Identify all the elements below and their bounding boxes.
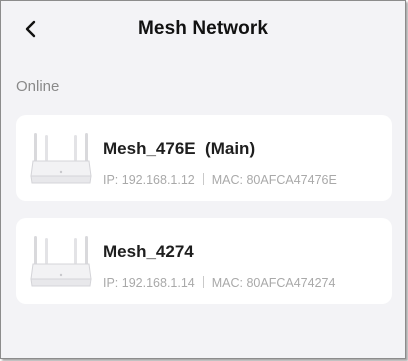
device-ip: IP: 192.168.1.14 xyxy=(103,276,195,290)
section-label-online: Online xyxy=(16,78,60,95)
device-ip: IP: 192.168.1.12 xyxy=(103,173,195,187)
header-bar: Mesh Network xyxy=(1,1,405,59)
device-mac: MAC: 80AFCA474274 xyxy=(211,276,336,290)
device-card[interactable]: Mesh_4274 IP: 192.168.1.14 MAC: 80AFCA474… xyxy=(16,218,392,304)
mesh-router-icon xyxy=(30,133,92,184)
device-card[interactable]: Mesh_476E (Main) IP: 192.168.1.12 MAC: 80… xyxy=(16,115,392,201)
device-meta: IP: 192.168.1.14 MAC: 80AFCA474274 xyxy=(103,276,335,290)
device-name: Mesh_4274 xyxy=(103,242,194,261)
mesh-router-icon xyxy=(30,236,92,287)
device-meta: IP: 192.168.1.12 MAC: 80AFCA47476E xyxy=(103,173,337,187)
device-name: Mesh_476E (Main) xyxy=(103,139,256,158)
mesh-network-screen: Mesh Network Online Mesh_476E (Main) IP:… xyxy=(0,0,406,359)
device-mac: MAC: 80AFCA47476E xyxy=(211,173,337,187)
divider xyxy=(202,173,204,185)
divider xyxy=(202,276,204,288)
page-title: Mesh Network xyxy=(137,18,268,39)
